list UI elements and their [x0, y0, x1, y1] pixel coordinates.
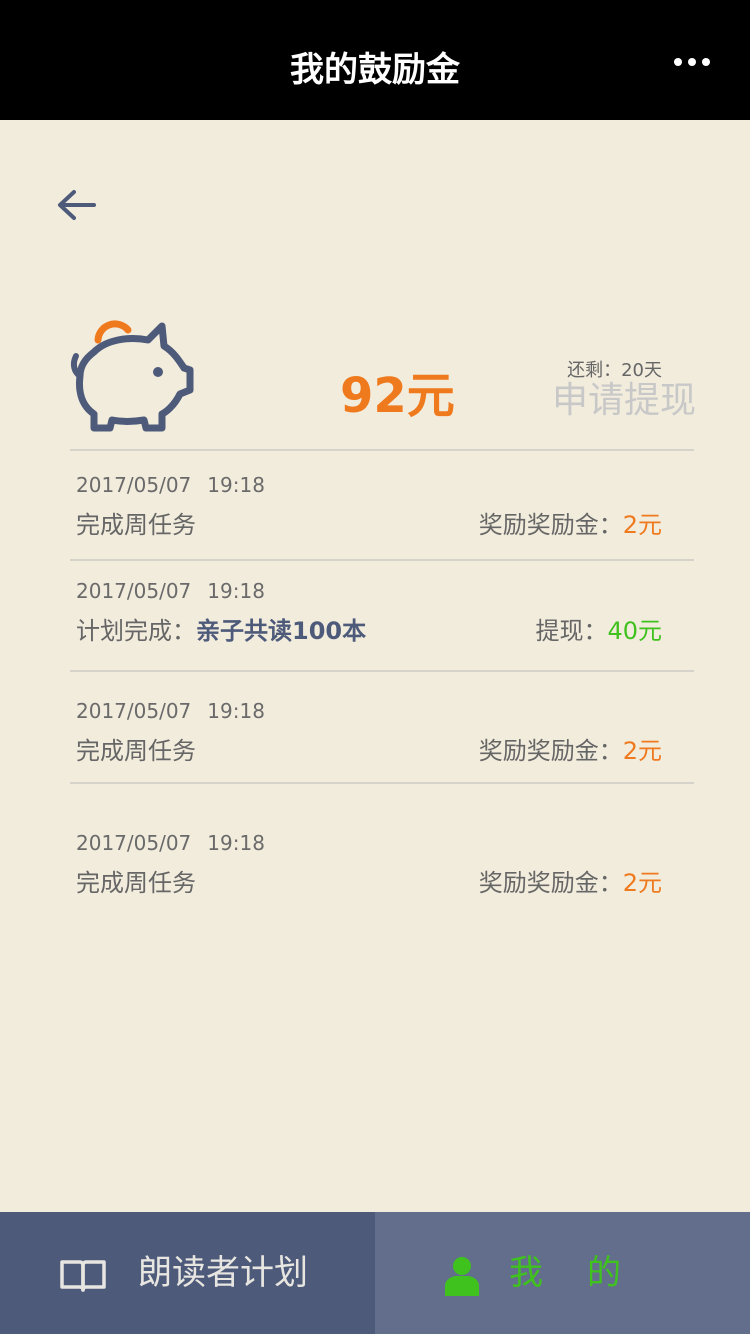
- record-description: 完成周任务: [76, 869, 196, 897]
- plan-name[interactable]: 亲子共读100本: [196, 617, 366, 645]
- page-title: 我的鼓励金: [290, 50, 460, 90]
- tab-label: 朗读者计划: [138, 1253, 308, 1293]
- record-row: 2017/05/07 19:18 计划完成：亲子共读100本 提现：40元: [76, 578, 662, 652]
- record-amount: 提现：40元: [535, 617, 662, 645]
- divider: [70, 559, 694, 561]
- tab-label: 我的: [509, 1253, 665, 1293]
- tab-reader-plan[interactable]: 朗读者计划: [0, 1212, 375, 1334]
- record-time: 19:18: [207, 473, 265, 497]
- record-amount-value: 40元: [607, 617, 662, 645]
- divider: [70, 782, 694, 784]
- record-time: 19:18: [207, 699, 265, 723]
- record-row: 2017/05/07 19:18 完成周任务 奖励奖励金：2元: [76, 698, 662, 772]
- tab-mine[interactable]: 我的: [375, 1212, 750, 1334]
- record-description: 计划完成：亲子共读100本: [76, 617, 367, 645]
- user-icon: [445, 1257, 479, 1296]
- record-time: 19:18: [207, 579, 265, 603]
- record-row: 2017/05/07 19:18 完成周任务 奖励奖励金：2元: [76, 830, 662, 904]
- piggy-bank-icon: [70, 320, 194, 432]
- record-amount: 奖励奖励金：2元: [478, 737, 662, 765]
- record-date: 2017/05/07: [76, 473, 192, 497]
- back-arrow-icon[interactable]: [54, 182, 100, 228]
- record-time: 19:18: [207, 831, 265, 855]
- record-amount-value: 2元: [622, 511, 662, 539]
- withdraw-button[interactable]: 申请提现: [552, 378, 696, 424]
- record-amount-value: 2元: [622, 737, 662, 765]
- record-row: 2017/05/07 19:18 完成周任务 奖励奖励金：2元: [76, 472, 662, 546]
- bottom-tab-bar: 朗读者计划 我的: [0, 1212, 750, 1334]
- record-description: 完成周任务: [76, 737, 196, 765]
- record-amount: 奖励奖励金：2元: [478, 869, 662, 897]
- record-date: 2017/05/07: [76, 699, 192, 723]
- top-bar: 我的鼓励金: [0, 0, 750, 120]
- record-description: 完成周任务: [76, 511, 196, 539]
- divider: [70, 670, 694, 672]
- record-amount: 奖励奖励金：2元: [478, 511, 662, 539]
- record-date: 2017/05/07: [76, 579, 192, 603]
- record-date: 2017/05/07: [76, 831, 192, 855]
- record-amount-value: 2元: [622, 869, 662, 897]
- book-icon: [60, 1260, 106, 1292]
- balance-amount: 92元: [340, 368, 455, 424]
- more-options-icon[interactable]: [674, 58, 710, 68]
- divider: [70, 449, 694, 451]
